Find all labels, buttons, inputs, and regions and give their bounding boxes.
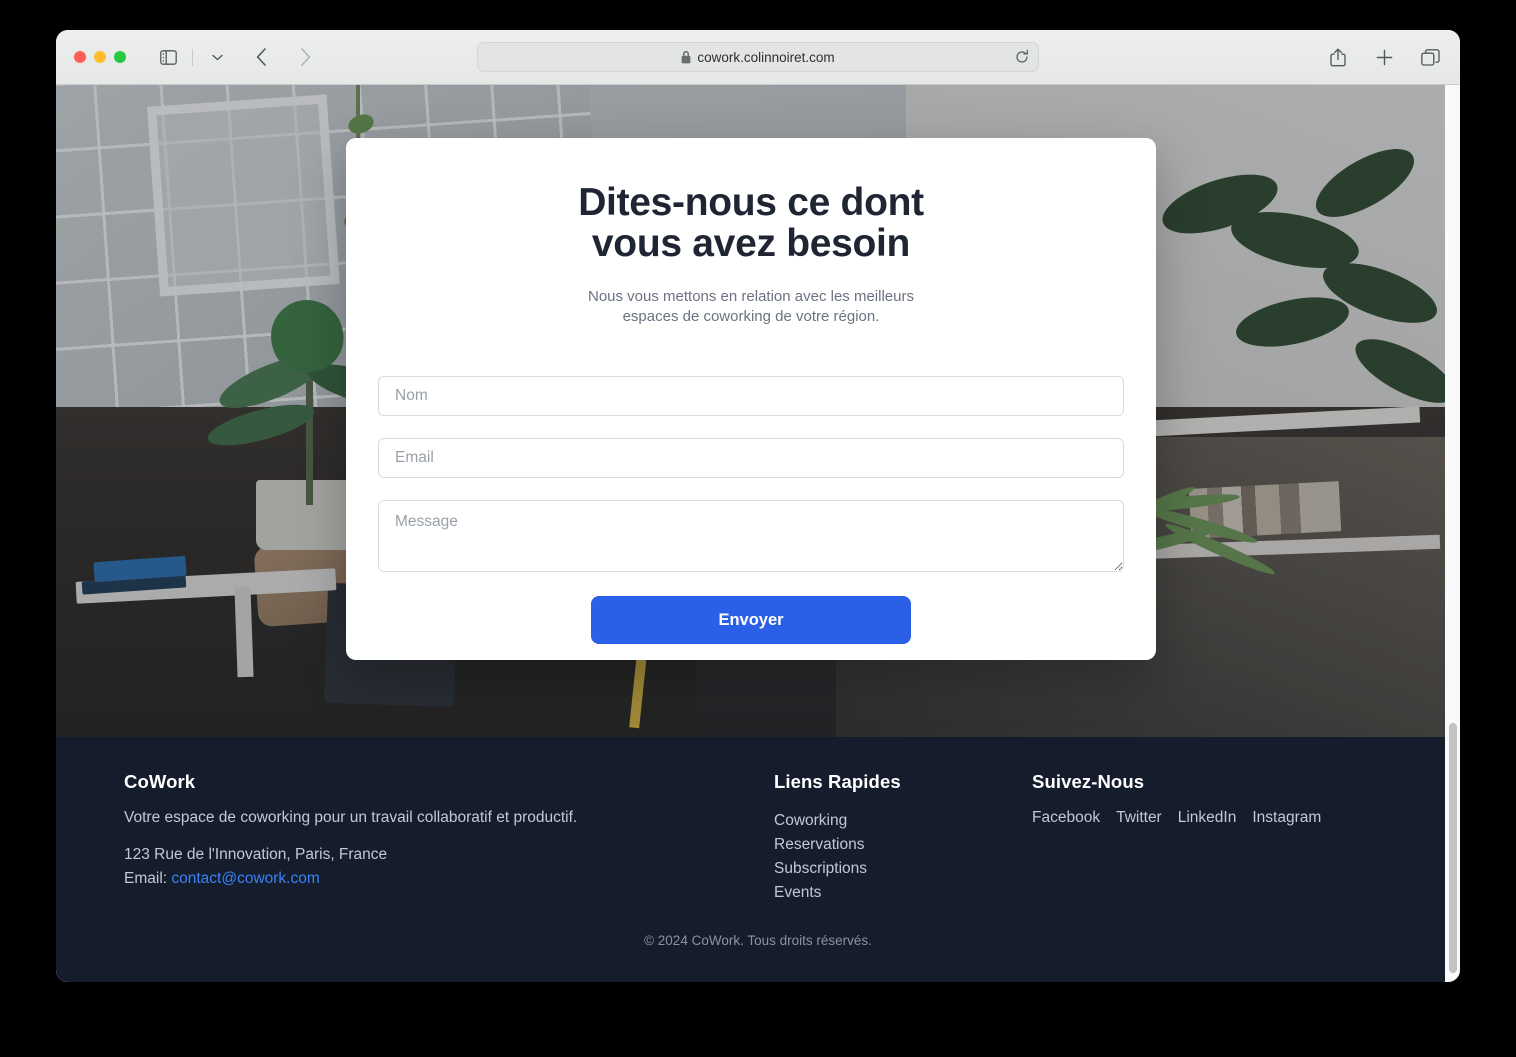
tab-overview-icon[interactable] — [1418, 45, 1442, 69]
lock-icon — [681, 50, 691, 64]
share-icon[interactable] — [1326, 45, 1350, 69]
footer-copyright: © 2024 CoWork. Tous droits réservés. — [644, 933, 872, 948]
footer-address-block: 123 Rue de l'Innovation, Paris, France E… — [124, 843, 774, 891]
footer-link-events[interactable]: Events — [774, 881, 1032, 905]
email-input[interactable] — [378, 438, 1124, 479]
page-scrollbar[interactable] — [1445, 85, 1460, 982]
contact-form-card: Dites-nous ce dont vous avez besoin Nous… — [346, 138, 1156, 660]
page-title-line2: vous avez besoin — [591, 222, 911, 266]
footer-brand-column: CoWork Votre espace de coworking pour un… — [124, 771, 774, 905]
page-title: Dites-nous ce dont vous avez besoin — [378, 182, 1124, 265]
social-link-twitter[interactable]: Twitter — [1116, 809, 1162, 827]
toolbar-divider — [192, 48, 193, 66]
minimize-window-button[interactable] — [94, 51, 106, 63]
page-subtitle: Nous vous mettons en relation avec les m… — [588, 287, 914, 326]
submit-button[interactable]: Envoyer — [591, 596, 911, 645]
back-arrow-icon[interactable] — [249, 45, 273, 69]
close-window-button[interactable] — [74, 51, 86, 63]
site-footer: CoWork Votre espace de coworking pour un… — [56, 737, 1460, 982]
address-bar-text: cowork.colinnoiret.com — [697, 49, 835, 65]
footer-link-subscriptions[interactable]: Subscriptions — [774, 857, 1032, 881]
footer-email-link[interactable]: contact@cowork.com — [171, 870, 319, 887]
chevron-down-icon[interactable] — [205, 45, 229, 69]
footer-email-label: Email: — [124, 870, 172, 888]
navigation-controls — [156, 45, 317, 69]
name-input[interactable] — [378, 376, 1124, 417]
maximize-window-button[interactable] — [114, 51, 126, 63]
footer-brand-name: CoWork — [124, 771, 196, 792]
social-links: Facebook Twitter LinkedIn Instagram — [1032, 809, 1392, 827]
footer-address: 123 Rue de l'Innovation, Paris, France — [124, 846, 388, 863]
plus-icon[interactable] — [1372, 45, 1396, 69]
footer-social-heading: Suivez-Nous — [1032, 771, 1145, 792]
sidebar-icon[interactable] — [156, 45, 180, 69]
toolbar-right-actions — [1326, 45, 1442, 69]
browser-window: cowork.colinnoiret.com Dites-nous ce don… — [56, 30, 1460, 982]
window-controls — [74, 51, 126, 63]
footer-links-heading: Liens Rapides — [774, 771, 901, 792]
footer-columns: CoWork Votre espace de coworking pour un… — [124, 771, 1392, 905]
message-input[interactable] — [378, 500, 1124, 573]
footer-tagline: Votre espace de coworking pour un travai… — [124, 809, 578, 826]
social-link-linkedin[interactable]: LinkedIn — [1178, 809, 1237, 827]
footer-links-column: Liens Rapides Coworking Reservations Sub… — [774, 771, 1032, 905]
footer-email-line: Email: contact@cowork.com — [124, 867, 774, 891]
scrollbar-thumb[interactable] — [1449, 723, 1457, 973]
reload-icon[interactable] — [1015, 49, 1029, 65]
forward-arrow-icon[interactable] — [293, 45, 317, 69]
footer-link-coworking[interactable]: Coworking — [774, 809, 1032, 833]
footer-social-column: Suivez-Nous Facebook Twitter LinkedIn In… — [1032, 771, 1392, 905]
footer-link-reservations[interactable]: Reservations — [774, 833, 1032, 857]
address-bar-container: cowork.colinnoiret.com — [477, 42, 1039, 72]
social-link-instagram[interactable]: Instagram — [1252, 809, 1321, 827]
address-bar[interactable]: cowork.colinnoiret.com — [477, 42, 1039, 72]
social-link-facebook[interactable]: Facebook — [1032, 809, 1100, 827]
browser-toolbar: cowork.colinnoiret.com — [56, 30, 1460, 85]
page-viewport: Dites-nous ce dont vous avez besoin Nous… — [56, 85, 1460, 982]
page-title-line1: Dites-nous ce dont — [578, 181, 924, 224]
